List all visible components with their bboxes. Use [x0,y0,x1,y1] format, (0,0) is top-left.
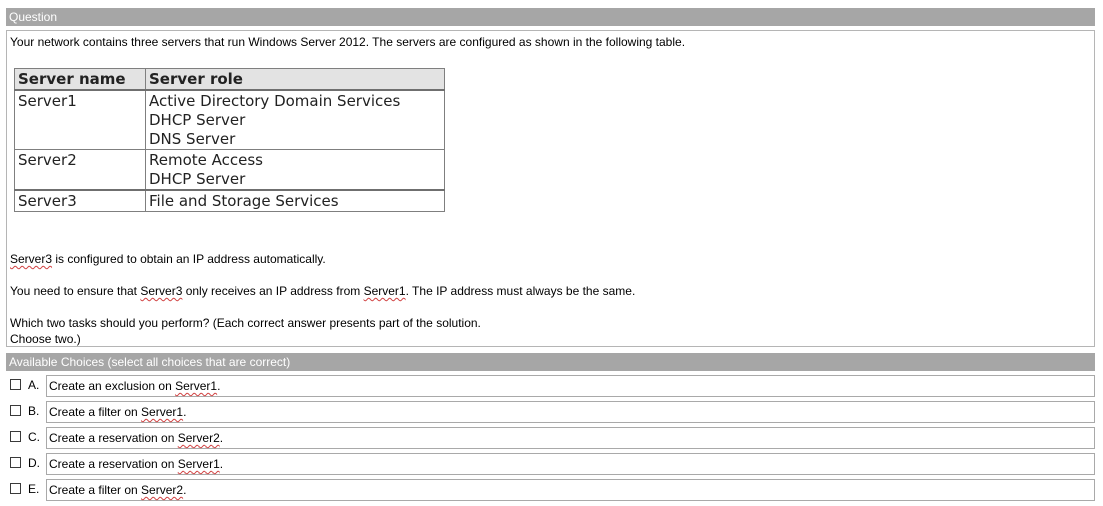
choice-text-field[interactable]: Create a filter on Server2. [46,479,1095,501]
choice-c[interactable]: C. Create a reservation on Server2. [10,427,1095,449]
choice-text: Create a filter on [49,405,142,419]
server-name-cell: Server1 [14,89,146,150]
choice-text-field[interactable]: Create a filter on Server1. [46,401,1095,423]
choice-letter: E. [28,482,40,496]
choice-e[interactable]: E. Create a filter on Server2. [10,479,1095,501]
choice-end: . [183,483,187,497]
question-line-3: Which two tasks should you perform? (Eac… [10,316,481,330]
question-intro: Your network contains three servers that… [10,35,686,49]
column-header-server-role: Server role [145,68,445,91]
server-name: Server1 [177,457,220,471]
choice-text-field[interactable]: Create a reservation on Server1. [46,453,1095,475]
server-role-cell: File and Storage Services [145,189,445,212]
choice-b[interactable]: B. Create a filter on Server1. [10,401,1095,423]
choice-text: Create a reservation on [49,457,178,471]
checkbox-d[interactable] [10,457,21,468]
server-role: DNS Server [149,130,236,148]
checkbox-b[interactable] [10,405,21,416]
question-text: is configured to obtain an IP address au… [52,252,326,266]
choice-letter: B. [28,404,40,418]
table-row: Server3 File and Storage Services [14,189,445,212]
checkbox-c[interactable] [10,431,21,442]
question-line-4: Choose two.) [10,332,81,346]
server-role: File and Storage Services [149,192,339,210]
question-text: You need to ensure that [10,284,141,298]
table-row: Server1 Active Directory Domain Services… [14,89,445,150]
checkbox-e[interactable] [10,483,21,494]
choice-text-field[interactable]: Create an exclusion on Server1. [46,375,1095,397]
choice-end: . [219,457,224,471]
column-header-server-name: Server name [14,68,146,91]
question-line-1: Server3 is configured to obtain an IP ad… [10,252,326,266]
server-role: DHCP Server [149,170,246,188]
server-name: Server3 [10,252,53,266]
checkbox-a[interactable] [10,379,21,390]
choice-text-field[interactable]: Create a reservation on Server2. [46,427,1095,449]
choice-text: Create a reservation on [49,431,178,445]
server-role: Remote Access [149,151,263,169]
server-role-cell: Remote Access DHCP Server [145,149,445,191]
choice-d[interactable]: D. Create a reservation on Server1. [10,453,1095,475]
server-name-cell: Server3 [14,189,146,212]
choice-text: Create a filter on [49,483,142,497]
server-role: DHCP Server [149,111,246,129]
choice-end: . [217,379,221,393]
server-name: Server1 [175,379,218,393]
choice-end: . [183,405,187,419]
server-name: Server2 [177,431,220,445]
server-role-cell: Active Directory Domain Services DHCP Se… [145,89,445,150]
choice-end: . [219,431,224,445]
choice-letter: C. [28,430,40,444]
server-role: Active Directory Domain Services [149,92,401,110]
question-text: only receives an IP address from [182,284,364,298]
server-name: Server3 [140,284,183,298]
server-table: Server name Server role Server1 Active D… [14,68,445,212]
server-name: Server1 [141,405,184,419]
choice-text: Create an exclusion on [49,379,176,393]
server-name: Server2 [141,483,184,497]
choices-header: Available Choices (select all choices th… [6,353,1095,371]
table-header-row: Server name Server role [14,68,445,91]
question-line-2: You need to ensure that Server3 only rec… [10,284,635,298]
question-header: Question [6,8,1095,26]
table-row: Server2 Remote Access DHCP Server [14,149,445,191]
server-name-cell: Server2 [14,149,146,191]
server-name: Server1 [363,284,406,298]
choice-a[interactable]: A. Create an exclusion on Server1. [10,375,1095,397]
question-text: . The IP address must always be the same… [405,284,636,298]
choice-letter: D. [28,456,40,470]
question-panel: Your network contains three servers that… [6,30,1095,347]
choice-letter: A. [28,378,40,392]
